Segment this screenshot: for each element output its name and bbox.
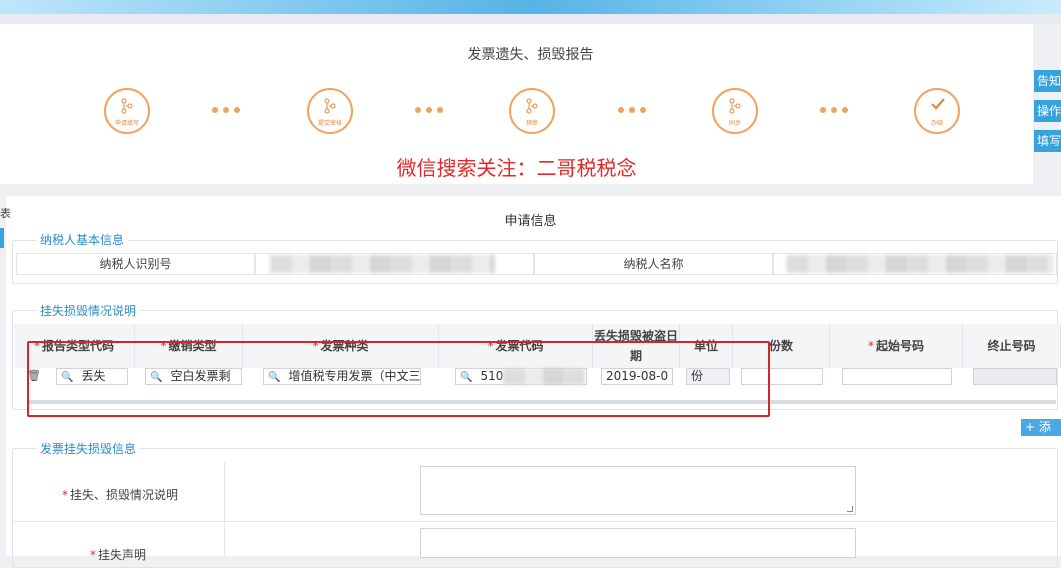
step-label: 预审 — [525, 120, 538, 127]
step-3[interactable]: 预审 — [509, 88, 555, 134]
loss-statement-textarea[interactable] — [420, 528, 856, 558]
step-connector — [212, 107, 245, 113]
left-tab-indicator[interactable] — [0, 228, 4, 248]
step-1[interactable]: 申请填写 — [104, 88, 150, 134]
step-5[interactable]: 办结 — [914, 88, 960, 134]
loss-statement-label: * 挂失声明 — [89, 548, 146, 562]
start-number-input[interactable] — [842, 368, 952, 385]
step-connector — [618, 107, 651, 113]
loss-legend: 挂失损毁情况说明 — [36, 302, 141, 319]
add-row-button[interactable]: + 添 — [1021, 419, 1061, 436]
workflow-icon — [526, 98, 538, 114]
taxpayer-legend: 纳税人基本信息 — [36, 231, 129, 248]
step-label: 提交审核 — [317, 120, 342, 127]
page-title: 发票遗失、损毁报告 — [467, 47, 594, 63]
step-label: 办结 — [930, 120, 943, 127]
taxpayer-id-label: 纳税人识别号 — [16, 253, 255, 275]
col-start-number: * 起始号码 — [830, 324, 963, 368]
step-connector — [820, 107, 853, 113]
form-divider — [224, 462, 225, 556]
step-4[interactable]: 同步 — [712, 88, 758, 134]
taxpayer-name-label: 纳税人名称 — [534, 253, 773, 275]
side-button-fill[interactable]: 填写 — [1034, 130, 1061, 152]
side-button-operation[interactable]: 操作 — [1034, 100, 1061, 122]
top-banner — [0, 0, 1061, 24]
redacted-taxpayer-id — [270, 255, 495, 273]
loss-explanation-label: * 挂失、损毁情况说明 — [61, 488, 178, 502]
check-icon — [931, 98, 945, 110]
workflow-icon — [729, 98, 741, 114]
step-2[interactable]: 提交审核 — [307, 88, 353, 134]
col-end-number: 终止号码 — [963, 324, 1061, 368]
step-label: 同步 — [728, 120, 741, 127]
invoice-legend: 发票挂失损毁信息 — [36, 440, 141, 457]
end-number-input — [973, 368, 1057, 385]
section-title: 申请信息 — [504, 214, 557, 229]
watermark-text: 微信搜索关注：二哥税税念 — [396, 156, 637, 180]
side-button-notice[interactable]: 告知 — [1034, 70, 1061, 92]
redacted-taxpayer-name — [786, 255, 1054, 273]
workflow-icon — [324, 98, 336, 114]
step-connector — [415, 107, 448, 113]
workflow-icon — [121, 98, 133, 114]
highlight-box — [27, 341, 770, 417]
resize-handle-icon — [847, 506, 853, 512]
loss-explanation-textarea[interactable] — [420, 466, 856, 515]
step-label: 申请填写 — [114, 120, 139, 127]
